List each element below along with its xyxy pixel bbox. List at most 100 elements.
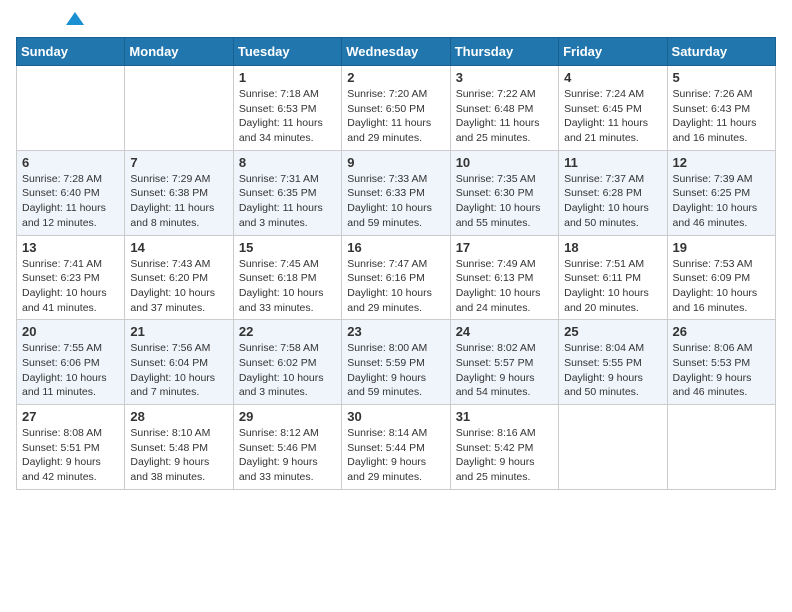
day-info: Sunrise: 8:10 AM Sunset: 5:48 PM Dayligh… (130, 426, 227, 485)
calendar-cell (667, 405, 775, 490)
calendar-week-4: 20 Sunrise: 7:55 AM Sunset: 6:06 PM Dayli… (17, 320, 776, 405)
calendar-cell: 3Sunrise: 7:22 AM Sunset: 6:48 PM Daylig… (450, 66, 558, 151)
day-info: Sunrise: 7:26 AM Sunset: 6:43 PM Dayligh… (673, 87, 770, 146)
logo-triangle (66, 12, 84, 25)
day-header-tuesday: Tuesday (233, 38, 341, 66)
calendar-cell: 12 Sunrise: 7:39 AM Sunset: 6:25 PM Dayli… (667, 150, 775, 235)
day-info: Sunrise: 7:58 AM Sunset: 6:02 PM Dayligh… (239, 341, 336, 400)
calendar-cell: 17 Sunrise: 7:49 AM Sunset: 6:13 PM Dayli… (450, 235, 558, 320)
calendar-week-2: 6 Sunrise: 7:28 AM Sunset: 6:40 PM Daylig… (17, 150, 776, 235)
day-info: Sunrise: 8:04 AM Sunset: 5:55 PM Dayligh… (564, 341, 661, 400)
calendar-header-row: SundayMondayTuesdayWednesdayThursdayFrid… (17, 38, 776, 66)
calendar-cell: 16 Sunrise: 7:47 AM Sunset: 6:16 PM Dayli… (342, 235, 450, 320)
day-info: Sunrise: 7:43 AM Sunset: 6:20 PM Dayligh… (130, 257, 227, 316)
calendar-cell: 5 Sunrise: 7:26 AM Sunset: 6:43 PM Daylig… (667, 66, 775, 151)
day-header-friday: Friday (559, 38, 667, 66)
day-number: 25 (564, 324, 661, 339)
calendar-week-3: 13 Sunrise: 7:41 AM Sunset: 6:23 PM Dayli… (17, 235, 776, 320)
day-info: Sunrise: 7:56 AM Sunset: 6:04 PM Dayligh… (130, 341, 227, 400)
day-number: 6 (22, 155, 119, 170)
calendar-cell: 24 Sunrise: 8:02 AM Sunset: 5:57 PM Dayli… (450, 320, 558, 405)
day-header-thursday: Thursday (450, 38, 558, 66)
day-info: Sunrise: 7:28 AM Sunset: 6:40 PM Dayligh… (22, 172, 119, 231)
day-info: Sunrise: 8:08 AM Sunset: 5:51 PM Dayligh… (22, 426, 119, 485)
day-info: Sunrise: 7:45 AM Sunset: 6:18 PM Dayligh… (239, 257, 336, 316)
calendar-cell: 22 Sunrise: 7:58 AM Sunset: 6:02 PM Dayli… (233, 320, 341, 405)
day-number: 28 (130, 409, 227, 424)
day-info: Sunrise: 8:00 AM Sunset: 5:59 PM Dayligh… (347, 341, 444, 400)
calendar-cell: 30Sunrise: 8:14 AM Sunset: 5:44 PM Dayli… (342, 405, 450, 490)
logo (16, 16, 86, 25)
day-number: 9 (347, 155, 444, 170)
calendar-cell: 28 Sunrise: 8:10 AM Sunset: 5:48 PM Dayli… (125, 405, 233, 490)
day-info: Sunrise: 7:49 AM Sunset: 6:13 PM Dayligh… (456, 257, 553, 316)
day-info: Sunrise: 7:29 AM Sunset: 6:38 PM Dayligh… (130, 172, 227, 231)
day-info: Sunrise: 8:16 AM Sunset: 5:42 PM Dayligh… (456, 426, 553, 485)
day-number: 10 (456, 155, 553, 170)
day-number: 8 (239, 155, 336, 170)
day-number: 14 (130, 240, 227, 255)
day-number: 17 (456, 240, 553, 255)
calendar-cell: 19Sunrise: 7:53 AM Sunset: 6:09 PM Dayli… (667, 235, 775, 320)
day-info: Sunrise: 7:24 AM Sunset: 6:45 PM Dayligh… (564, 87, 661, 146)
calendar-cell: 31 Sunrise: 8:16 AM Sunset: 5:42 PM Dayli… (450, 405, 558, 490)
day-number: 29 (239, 409, 336, 424)
calendar-cell: 29 Sunrise: 8:12 AM Sunset: 5:46 PM Dayli… (233, 405, 341, 490)
day-info: Sunrise: 7:47 AM Sunset: 6:16 PM Dayligh… (347, 257, 444, 316)
day-header-wednesday: Wednesday (342, 38, 450, 66)
day-number: 21 (130, 324, 227, 339)
day-number: 16 (347, 240, 444, 255)
day-number: 27 (22, 409, 119, 424)
calendar-cell: 21 Sunrise: 7:56 AM Sunset: 6:04 PM Dayli… (125, 320, 233, 405)
day-info: Sunrise: 7:37 AM Sunset: 6:28 PM Dayligh… (564, 172, 661, 231)
calendar-cell: 8Sunrise: 7:31 AM Sunset: 6:35 PM Daylig… (233, 150, 341, 235)
calendar-cell (125, 66, 233, 151)
day-number: 20 (22, 324, 119, 339)
day-header-saturday: Saturday (667, 38, 775, 66)
calendar-cell: 2 Sunrise: 7:20 AM Sunset: 6:50 PM Daylig… (342, 66, 450, 151)
day-number: 12 (673, 155, 770, 170)
day-number: 7 (130, 155, 227, 170)
day-info: Sunrise: 8:02 AM Sunset: 5:57 PM Dayligh… (456, 341, 553, 400)
day-number: 31 (456, 409, 553, 424)
day-number: 4 (564, 70, 661, 85)
day-info: Sunrise: 7:20 AM Sunset: 6:50 PM Dayligh… (347, 87, 444, 146)
day-info: Sunrise: 7:33 AM Sunset: 6:33 PM Dayligh… (347, 172, 444, 231)
day-info: Sunrise: 7:41 AM Sunset: 6:23 PM Dayligh… (22, 257, 119, 316)
calendar-table: SundayMondayTuesdayWednesdayThursdayFrid… (16, 37, 776, 490)
day-number: 5 (673, 70, 770, 85)
calendar-cell: 7 Sunrise: 7:29 AM Sunset: 6:38 PM Daylig… (125, 150, 233, 235)
day-info: Sunrise: 8:14 AM Sunset: 5:44 PM Dayligh… (347, 426, 444, 485)
calendar-cell: 23 Sunrise: 8:00 AM Sunset: 5:59 PM Dayli… (342, 320, 450, 405)
day-info: Sunrise: 7:55 AM Sunset: 6:06 PM Dayligh… (22, 341, 119, 400)
day-number: 15 (239, 240, 336, 255)
day-info: Sunrise: 7:35 AM Sunset: 6:30 PM Dayligh… (456, 172, 553, 231)
day-number: 13 (22, 240, 119, 255)
day-number: 24 (456, 324, 553, 339)
calendar-cell: 14 Sunrise: 7:43 AM Sunset: 6:20 PM Dayli… (125, 235, 233, 320)
day-number: 23 (347, 324, 444, 339)
day-number: 22 (239, 324, 336, 339)
calendar-cell (17, 66, 125, 151)
day-header-sunday: Sunday (17, 38, 125, 66)
day-number: 26 (673, 324, 770, 339)
calendar-cell: 18Sunrise: 7:51 AM Sunset: 6:11 PM Dayli… (559, 235, 667, 320)
day-number: 2 (347, 70, 444, 85)
day-number: 18 (564, 240, 661, 255)
calendar-week-5: 27 Sunrise: 8:08 AM Sunset: 5:51 PM Dayli… (17, 405, 776, 490)
calendar-week-1: 1Sunrise: 7:18 AM Sunset: 6:53 PM Daylig… (17, 66, 776, 151)
day-number: 19 (673, 240, 770, 255)
calendar-cell: 13 Sunrise: 7:41 AM Sunset: 6:23 PM Dayli… (17, 235, 125, 320)
page-header (16, 16, 776, 25)
calendar-cell: 26Sunrise: 8:06 AM Sunset: 5:53 PM Dayli… (667, 320, 775, 405)
calendar-cell: 10 Sunrise: 7:35 AM Sunset: 6:30 PM Dayli… (450, 150, 558, 235)
day-info: Sunrise: 7:39 AM Sunset: 6:25 PM Dayligh… (673, 172, 770, 231)
calendar-cell: 4 Sunrise: 7:24 AM Sunset: 6:45 PM Daylig… (559, 66, 667, 151)
calendar-cell: 27 Sunrise: 8:08 AM Sunset: 5:51 PM Dayli… (17, 405, 125, 490)
day-info: Sunrise: 7:18 AM Sunset: 6:53 PM Dayligh… (239, 87, 336, 146)
calendar-cell: 25 Sunrise: 8:04 AM Sunset: 5:55 PM Dayli… (559, 320, 667, 405)
calendar-cell: 11Sunrise: 7:37 AM Sunset: 6:28 PM Dayli… (559, 150, 667, 235)
day-info: Sunrise: 8:12 AM Sunset: 5:46 PM Dayligh… (239, 426, 336, 485)
day-info: Sunrise: 7:22 AM Sunset: 6:48 PM Dayligh… (456, 87, 553, 146)
calendar-cell: 1Sunrise: 7:18 AM Sunset: 6:53 PM Daylig… (233, 66, 341, 151)
